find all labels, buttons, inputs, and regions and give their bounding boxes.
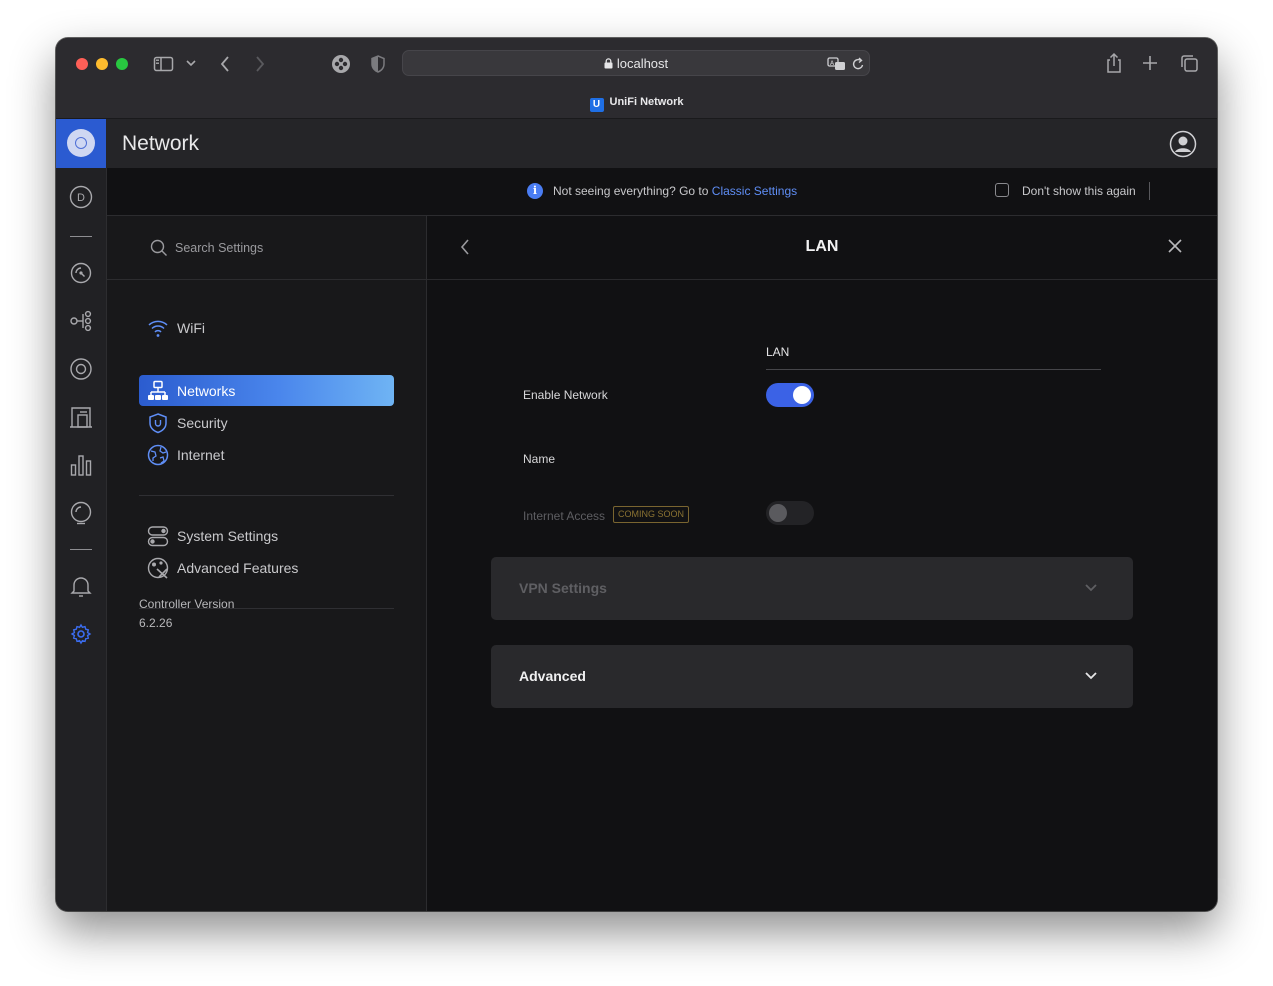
menu-item-label: Internet	[177, 447, 225, 463]
network-detail: LAN Enable Network Name LAN Internet Acc…	[427, 216, 1217, 911]
nav-divider	[70, 549, 92, 550]
maximize-window-button[interactable]	[116, 58, 128, 70]
search-icon	[150, 239, 167, 256]
panel-divider	[139, 495, 394, 496]
globe-icon	[147, 444, 169, 466]
reload-icon[interactable]	[852, 57, 865, 71]
vpn-settings-section[interactable]: VPN Settings	[491, 557, 1133, 620]
tab-title[interactable]: U UniFi Network	[56, 96, 1217, 112]
tab-title-text: UniFi Network	[609, 96, 684, 108]
settings-panel: Search Settings WiFi Networks Security I…	[107, 216, 427, 911]
statistics-icon[interactable]	[69, 453, 93, 477]
unifi-favicon: U	[589, 98, 604, 112]
banner-divider	[1149, 182, 1150, 200]
support-icon[interactable]	[69, 501, 93, 525]
menu-item-security[interactable]: Security	[139, 407, 394, 438]
url-text: localhost	[616, 56, 669, 71]
banner-message-text: Not seeing everything? Go to	[553, 184, 709, 198]
name-field[interactable]: LAN	[766, 345, 1101, 370]
share-icon[interactable]	[1105, 52, 1123, 74]
menu-item-label: Networks	[177, 383, 236, 399]
app-title: Network	[122, 132, 200, 155]
left-navigation: D	[56, 168, 107, 911]
settings-search[interactable]: Search Settings	[107, 216, 426, 280]
advanced-tools-icon	[147, 557, 169, 579]
menu-item-label: Advanced Features	[177, 560, 299, 576]
name-label: Name	[523, 452, 556, 466]
alerts-icon[interactable]	[69, 574, 93, 598]
close-window-button[interactable]	[76, 58, 88, 70]
menu-item-label: WiFi	[177, 320, 205, 336]
internet-access-toggle	[766, 501, 814, 525]
menu-item-label: System Settings	[177, 528, 279, 544]
menu-item-advanced-features[interactable]: Advanced Features	[139, 552, 394, 583]
detail-title: LAN	[805, 238, 839, 255]
classic-settings-link[interactable]: Classic Settings	[712, 184, 797, 198]
clients-icon[interactable]	[69, 357, 93, 381]
detail-header: LAN	[427, 216, 1217, 280]
app-header: Network	[56, 119, 1217, 168]
logo-ring-icon	[67, 129, 95, 157]
tab-overview-icon[interactable]	[1179, 54, 1199, 73]
user-avatar-icon[interactable]	[1169, 130, 1197, 158]
lock-icon	[604, 58, 613, 69]
new-tab-icon[interactable]	[1142, 55, 1158, 71]
chevron-down-icon	[1085, 584, 1097, 592]
advanced-section[interactable]: Advanced	[491, 645, 1133, 708]
forward-icon[interactable]	[254, 55, 266, 73]
info-icon: i	[527, 183, 543, 199]
back-icon[interactable]	[219, 55, 231, 73]
enable-network-toggle[interactable]	[766, 383, 814, 407]
advanced-title: Advanced	[519, 668, 586, 684]
address-bar[interactable]: localhost A	[402, 50, 870, 76]
toggles-icon	[147, 526, 169, 547]
dashboard-icon[interactable]: D	[69, 185, 93, 209]
menu-item-internet[interactable]: Internet	[139, 439, 394, 470]
networks-icon	[148, 380, 168, 400]
enable-network-label: Enable Network	[523, 388, 608, 402]
chevron-down-icon	[1085, 672, 1097, 680]
dashboard-letter: D	[77, 192, 85, 204]
unifi-logo[interactable]	[56, 119, 106, 168]
insights-icon[interactable]	[69, 405, 93, 429]
dont-show-label[interactable]: Don't show this again	[1022, 184, 1136, 198]
name-field-value: LAN	[766, 345, 790, 359]
vpn-settings-title: VPN Settings	[519, 580, 607, 596]
wifi-icon	[148, 320, 168, 337]
chevron-down-icon[interactable]	[186, 59, 196, 67]
search-input[interactable]: Search Settings	[175, 241, 263, 255]
menu-item-system-settings[interactable]: System Settings	[139, 520, 394, 551]
browser-toolbar: localhost A U UniFi Network	[56, 38, 1217, 119]
minimize-window-button[interactable]	[96, 58, 108, 70]
translate-icon[interactable]: A	[827, 56, 847, 72]
classic-settings-banner: i Not seeing everything? Go to Classic S…	[107, 168, 1217, 216]
sidebar-toggle-icon[interactable]	[153, 55, 175, 73]
menu-item-wifi[interactable]: WiFi	[139, 312, 394, 343]
close-icon[interactable]	[1167, 238, 1183, 254]
dont-show-checkbox[interactable]	[995, 183, 1009, 197]
nav-divider	[70, 236, 92, 237]
controller-version-label: Controller Version	[139, 597, 235, 611]
privacy-shield-icon[interactable]	[370, 54, 386, 74]
browser-window: localhost A U UniFi Network Network D i …	[56, 38, 1217, 911]
toggle-knob	[793, 386, 811, 404]
banner-message: Not seeing everything? Go to Classic Set…	[553, 184, 797, 198]
topology-icon[interactable]	[69, 261, 93, 285]
menu-item-label: Security	[177, 415, 228, 431]
toggle-knob	[769, 504, 787, 522]
shield-icon	[149, 413, 167, 434]
coming-soon-badge: COMING SOON	[613, 506, 690, 523]
menu-item-networks[interactable]: Networks	[139, 375, 394, 406]
extension-icon[interactable]	[331, 54, 351, 74]
settings-icon[interactable]	[69, 622, 93, 646]
controller-version-value: 6.2.26	[139, 616, 173, 630]
devices-icon[interactable]	[69, 309, 93, 333]
internet-access-label: Internet Access	[523, 509, 606, 523]
